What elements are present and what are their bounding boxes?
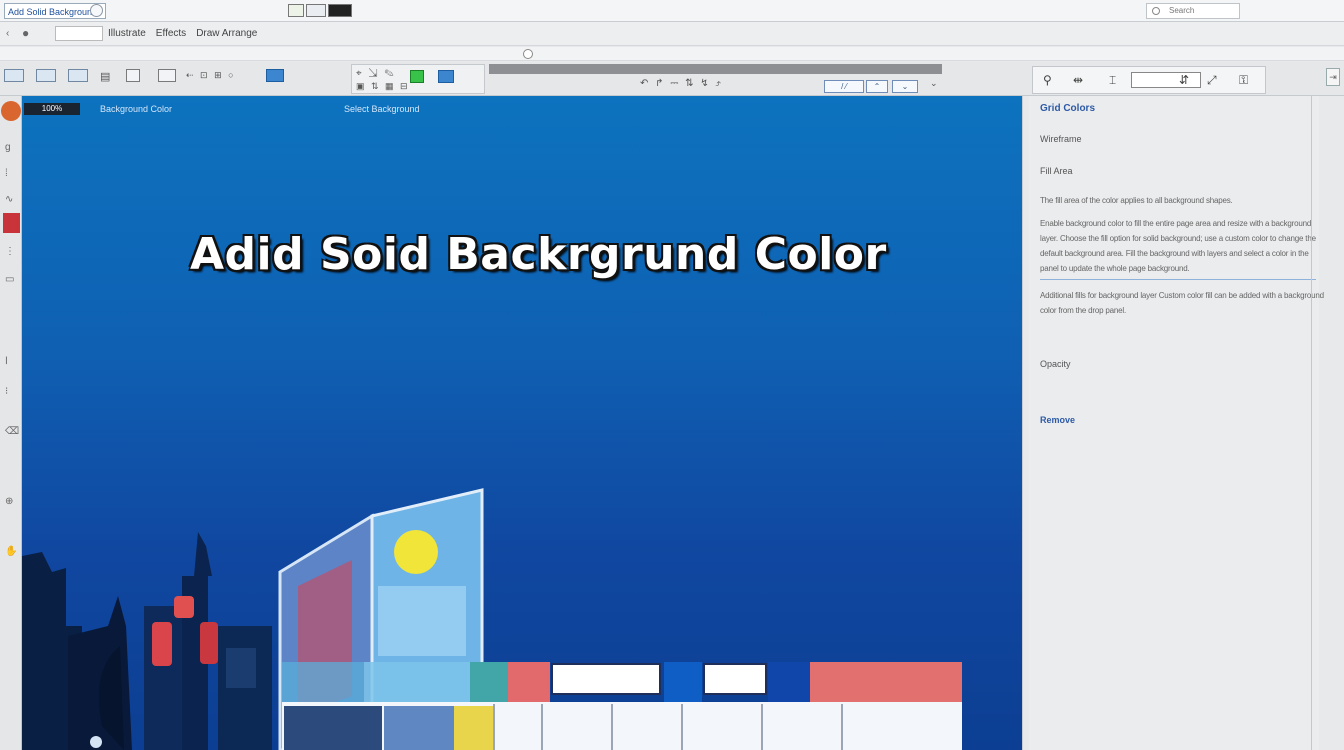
- menu-item-illustrate[interactable]: Illustrate: [108, 28, 146, 39]
- distribute-icon[interactable]: ⇵: [1179, 73, 1189, 87]
- transform-box[interactable]: [1131, 72, 1201, 88]
- zoom-badge: 100%: [24, 103, 80, 115]
- refresh-icon[interactable]: [90, 4, 103, 17]
- align-tools-icon[interactable]: ⇠ ⊡ ⊞ ○: [186, 70, 236, 81]
- green-fill-tool[interactable]: [410, 70, 424, 83]
- canvas-headline[interactable]: Adid Soid Backrgrund Color: [190, 229, 887, 280]
- transform-tool-icon[interactable]: ▣ ⇅ ▦ ⊟: [356, 81, 410, 92]
- canvas-ruler: [489, 64, 942, 74]
- slider-handle[interactable]: [523, 49, 533, 59]
- panel-description-1: The fill area of the color applies to al…: [1040, 196, 1233, 205]
- fill-color-tool[interactable]: [266, 69, 284, 82]
- panel-scrollbar[interactable]: [1311, 96, 1312, 750]
- text-tool-icon[interactable]: ▤: [100, 70, 112, 83]
- close-icon[interactable]: [328, 4, 352, 17]
- eraser-tool-icon[interactable]: ⌫: [5, 426, 19, 437]
- panel-collapse-icon[interactable]: ⇥: [1326, 68, 1340, 86]
- menu-item-effects[interactable]: Effects: [156, 28, 186, 39]
- minimize-icon[interactable]: [288, 4, 304, 17]
- pen-tool-icon[interactable]: ⌖ ⇲ ✎: [356, 68, 396, 79]
- brush-tool-icon[interactable]: ⋮: [5, 246, 15, 257]
- shape-tool-icon[interactable]: ▭: [5, 274, 14, 285]
- frame-tool-2[interactable]: [36, 69, 56, 82]
- restore-icon[interactable]: [306, 4, 326, 17]
- gradient-tool-icon[interactable]: ⁝: [5, 386, 8, 397]
- snap-field[interactable]: ⌄: [892, 80, 918, 93]
- hand-tool-icon[interactable]: ✋: [5, 546, 17, 557]
- search-placeholder: Search: [1169, 6, 1195, 15]
- left-tool-strip: g ⁞ ∿ ⋮ ▭ ꞁ ⁝ ⌫ ⊕ ✋: [0, 96, 22, 750]
- panel-label-fill-area[interactable]: Fill Area: [1040, 166, 1073, 176]
- zoom-field[interactable]: / ⁄: [824, 80, 864, 93]
- panel-label-opacity[interactable]: Opacity: [1040, 359, 1071, 369]
- properties-panel: Grid Colors Wireframe Fill Area The fill…: [1022, 96, 1344, 750]
- move-tool-icon[interactable]: g: [5, 142, 11, 153]
- active-tool-indicator[interactable]: [3, 213, 20, 233]
- canvas-header: 100% Background Color Select Background: [22, 96, 1022, 124]
- align-icon[interactable]: ⇹: [1073, 73, 1083, 87]
- cursor-icon[interactable]: ⌶: [1109, 73, 1116, 88]
- color-picker-icon[interactable]: [1, 101, 21, 121]
- zoom-tool-icon[interactable]: ⊕: [5, 496, 13, 507]
- unit-field[interactable]: ⌃: [866, 80, 888, 93]
- arrange-tools-icon[interactable]: ↶ ↱ ⎓ ⇅ ↯ ⤴: [640, 78, 723, 89]
- properties-content: Grid Colors Wireframe Fill Area The fill…: [1029, 96, 1324, 750]
- panel-divider: [1040, 279, 1316, 280]
- canvas-label-left[interactable]: Background Color: [100, 104, 172, 114]
- slider-row: [0, 47, 1344, 61]
- lock-icon[interactable]: ⚿: [1239, 73, 1248, 88]
- anchor-icon[interactable]: ⚲: [1043, 73, 1052, 87]
- panel-remove-link[interactable]: Remove: [1040, 415, 1075, 425]
- city-silhouette: [22, 532, 272, 750]
- blue-fill-tool[interactable]: [438, 70, 454, 83]
- menu-bar: ‹ ● Illustrate Effects Draw Arrange: [0, 22, 1344, 46]
- canvas-illustration: [22, 488, 962, 750]
- properties-toolbar: ⚲ ⇹ ⌶ ⇵ ⤢ ⚿: [1032, 66, 1266, 94]
- grid-tool[interactable]: [126, 69, 140, 82]
- shape-tool-group: ⌖ ⇲ ✎ ▣ ⇅ ▦ ⊟: [351, 64, 485, 94]
- color-swatches: [282, 662, 962, 750]
- canvas-area[interactable]: 100% Background Color Select Background …: [22, 96, 1022, 750]
- panel-description-2: Enable background color to fill the enti…: [1040, 219, 1316, 273]
- search-icon: [1152, 7, 1160, 15]
- back-icon[interactable]: ‹: [6, 28, 9, 39]
- menu-items: Illustrate Effects Draw Arrange: [108, 28, 257, 39]
- panel-title: Grid Colors: [1040, 103, 1096, 114]
- record-icon[interactable]: ●: [22, 26, 29, 40]
- menu-item-draw-arrange[interactable]: Draw Arrange: [196, 28, 257, 39]
- panel-description-3: Additional fills for background layer Cu…: [1040, 291, 1324, 315]
- select-tool-icon[interactable]: ⁞: [5, 168, 8, 179]
- rect-tool[interactable]: [158, 69, 176, 82]
- canvas-label-center[interactable]: Select Background: [344, 104, 420, 114]
- frame-tool-1[interactable]: [4, 69, 24, 82]
- frame-tool-3[interactable]: [68, 69, 88, 82]
- dropdown-icon[interactable]: ⌄: [930, 78, 940, 89]
- panel-label-wireframe[interactable]: Wireframe: [1040, 134, 1082, 144]
- menu-field[interactable]: [55, 26, 103, 41]
- scale-icon[interactable]: ⤢: [1207, 73, 1217, 88]
- search-input[interactable]: Search: [1146, 3, 1240, 19]
- text-tool-icon[interactable]: ꞁ: [5, 354, 8, 365]
- title-bar: Add Solid Background Search: [0, 0, 1344, 22]
- lasso-tool-icon[interactable]: ∿: [5, 194, 13, 205]
